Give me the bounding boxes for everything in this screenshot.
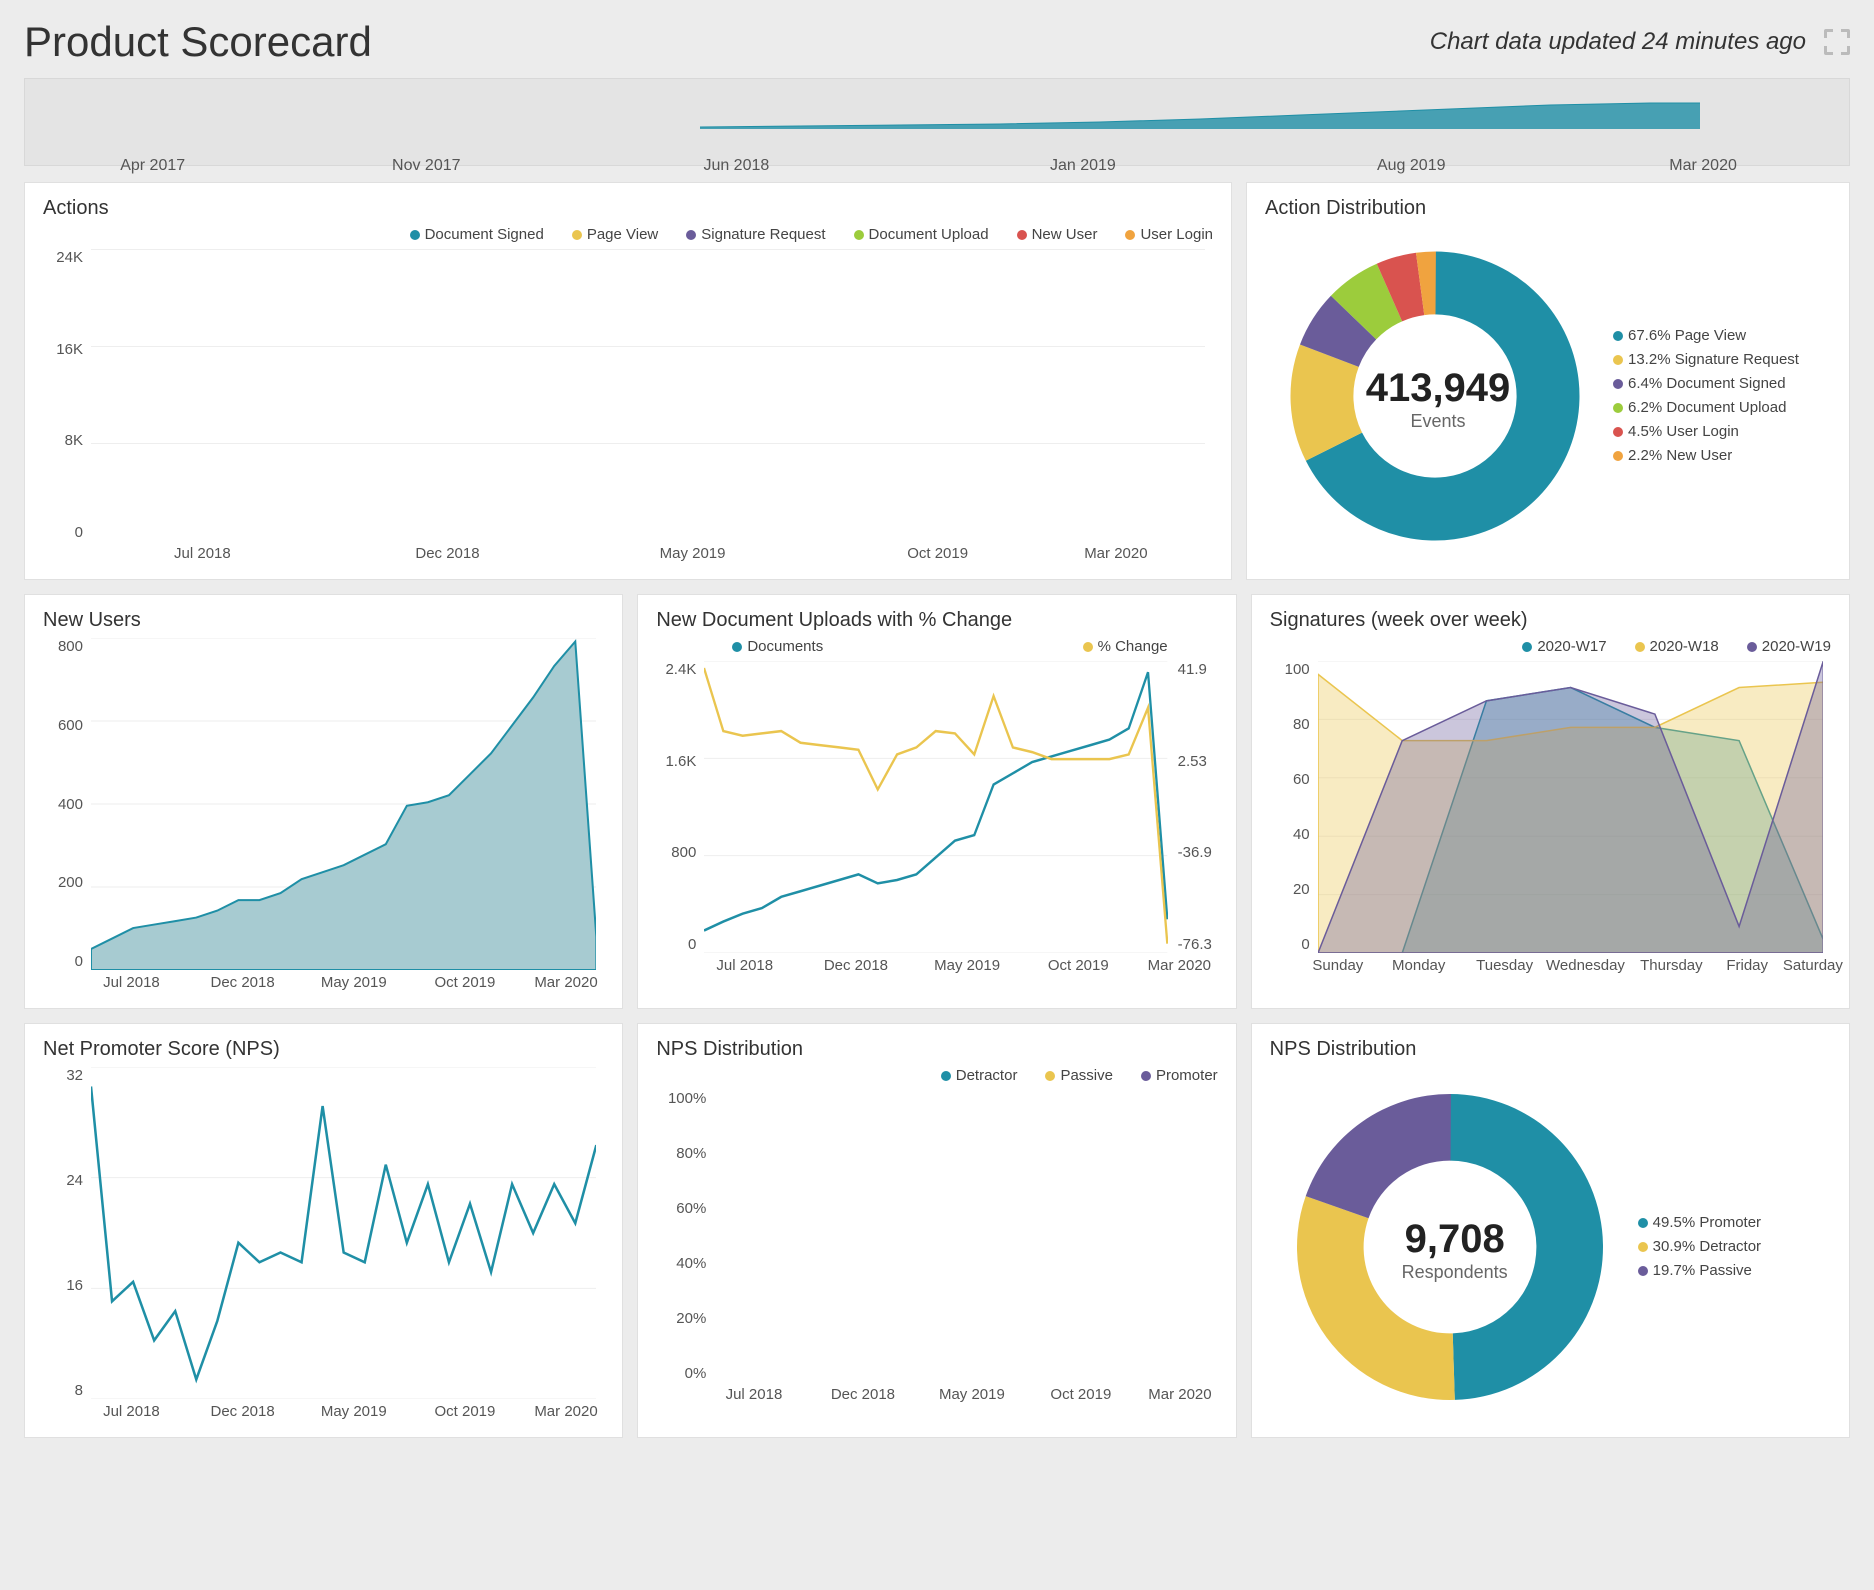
panel-actions: Actions Document SignedPage ViewSignatur…	[24, 182, 1232, 580]
y-axis: 100%80%60%40%20%0%	[656, 1090, 706, 1382]
timeline-sparkline	[700, 99, 1700, 129]
x-axis: SundayMondayTuesdayWednesdayThursdayFrid…	[1318, 957, 1823, 981]
center-label: Events	[1363, 411, 1513, 432]
panel-title: NPS Distribution	[656, 1038, 1217, 1061]
panel-title: Action Distribution	[1265, 197, 1831, 220]
panel-nps-stacked: NPS Distribution DetractorPassivePromote…	[637, 1023, 1236, 1438]
actions-legend: Document SignedPage ViewSignature Reques…	[43, 226, 1213, 243]
y-axis-left: 2.4K1.6K8000	[656, 661, 696, 953]
panel-title: New Users	[43, 609, 604, 632]
nps-stacked-chart[interactable]: 100%80%60%40%20%0% Jul 2018Dec 2018May 2…	[656, 1090, 1217, 1410]
new-users-chart[interactable]: 8006004002000 Jul 2018Dec 2018May 2019Oc…	[43, 638, 604, 998]
uploads-legend: Documents% Change	[656, 638, 1217, 655]
plot-area	[1318, 661, 1823, 953]
x-axis: Jul 2018Dec 2018May 2019Oct 2019Mar 2020	[91, 974, 596, 998]
timeline-scrubber[interactable]: Apr 2017Nov 2017Jun 2018Jan 2019Aug 2019…	[24, 78, 1850, 166]
x-axis: Jul 2018Dec 2018May 2019Oct 2019Mar 2020	[91, 545, 1205, 569]
plot-area	[714, 1090, 1209, 1382]
nps-chart[interactable]: 3224168 Jul 2018Dec 2018May 2019Oct 2019…	[43, 1067, 604, 1427]
y-axis-right: 41.92.53-36.9-76.3	[1178, 661, 1218, 953]
page-title: Product Scorecard	[24, 18, 372, 66]
fullscreen-icon[interactable]	[1824, 29, 1850, 55]
x-axis: Jul 2018Dec 2018May 2019Oct 2019Mar 2020	[714, 1386, 1209, 1410]
center-value: 9,708	[1390, 1217, 1520, 1262]
actions-chart[interactable]: 24K16K8K0 Jul 2018Dec 2018May 2019Oct 20…	[43, 249, 1213, 569]
header-right: Chart data updated 24 minutes ago	[1430, 28, 1850, 56]
panel-title: Net Promoter Score (NPS)	[43, 1038, 604, 1061]
y-axis: 3224168	[43, 1067, 83, 1399]
donut-legend: 49.5% Promoter30.9% Detractor19.7% Passi…	[1638, 1211, 1761, 1283]
donut-center: 9,708 Respondents	[1390, 1217, 1520, 1283]
updated-text: Chart data updated 24 minutes ago	[1430, 28, 1806, 56]
uploads-chart[interactable]: 2.4K1.6K8000 41.92.53-36.9-76.3 Jul 2018…	[656, 661, 1217, 981]
action-dist-chart[interactable]: 413,949 Events 67.6% Page View13.2% Sign…	[1265, 226, 1831, 566]
donut-legend: 67.6% Page View13.2% Signature Request6.…	[1613, 324, 1799, 468]
y-axis: 24K16K8K0	[43, 249, 83, 541]
signatures-chart[interactable]: 100806040200 SundayMondayTuesdayWednesda…	[1270, 661, 1831, 981]
center-value: 413,949	[1363, 366, 1513, 411]
x-axis: Jul 2018Dec 2018May 2019Oct 2019Mar 2020	[704, 957, 1209, 981]
signatures-legend: 2020-W172020-W182020-W19	[1270, 638, 1831, 655]
panel-title: Signatures (week over week)	[1270, 609, 1831, 632]
donut-center: 413,949 Events	[1363, 366, 1513, 432]
plot-area	[91, 1067, 596, 1399]
center-label: Respondents	[1390, 1262, 1520, 1283]
x-axis: Jul 2018Dec 2018May 2019Oct 2019Mar 2020	[91, 1403, 596, 1427]
panel-uploads: New Document Uploads with % Change Docum…	[637, 594, 1236, 1009]
panel-title: Actions	[43, 197, 1213, 220]
panel-action-dist: Action Distribution 413,949 Events 67.6%…	[1246, 182, 1850, 580]
panel-nps: Net Promoter Score (NPS) 3224168 Jul 201…	[24, 1023, 623, 1438]
y-axis: 100806040200	[1270, 661, 1310, 953]
header: Product Scorecard Chart data updated 24 …	[24, 18, 1850, 66]
plot-area	[91, 638, 596, 970]
nps-donut-chart[interactable]: 9,708 Respondents 49.5% Promoter30.9% De…	[1270, 1067, 1831, 1427]
panel-title: NPS Distribution	[1270, 1038, 1831, 1061]
panel-nps-donut: NPS Distribution 9,708 Respondents 49.5%…	[1251, 1023, 1850, 1438]
panel-signatures: Signatures (week over week) 2020-W172020…	[1251, 594, 1850, 1009]
panel-title: New Document Uploads with % Change	[656, 609, 1217, 632]
nps-stacked-legend: DetractorPassivePromoter	[656, 1067, 1217, 1084]
panel-new-users: New Users 8006004002000 Jul 2018Dec 2018…	[24, 594, 623, 1009]
plot-area	[704, 661, 1167, 953]
y-axis: 8006004002000	[43, 638, 83, 970]
plot-area	[91, 249, 1205, 541]
